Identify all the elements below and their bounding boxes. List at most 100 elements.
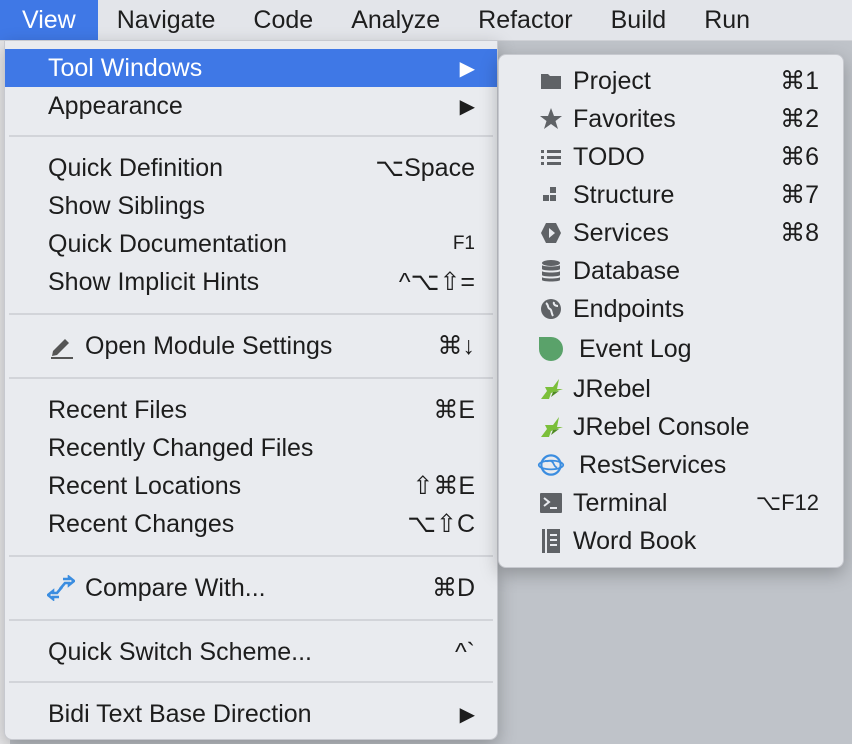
menu-item-label: Bidi Text Base Direction [48, 699, 312, 728]
menu-item-shortcut: ^` [454, 637, 475, 666]
menu-item-label: Show Implicit Hints [48, 267, 260, 296]
menu-item-label: Appearance [48, 91, 183, 120]
menu-item-recent-locations[interactable]: Recent Locations ⇧⌘E [5, 467, 497, 505]
menu-item-recently-changed-files[interactable]: Recently Changed Files [5, 429, 497, 467]
tool-window-label: Word Book [573, 526, 697, 555]
menu-item-shortcut: ⌘D [431, 574, 475, 602]
tool-window-todo[interactable]: TODO ⌘6 [499, 138, 843, 176]
tool-window-shortcut: ⌘6 [780, 143, 819, 171]
menu-refactor[interactable]: Refactor [459, 0, 591, 40]
tool-window-structure[interactable]: Structure ⌘7 [499, 176, 843, 214]
menu-separator [9, 555, 493, 557]
menu-item-quick-switch-scheme[interactable]: Quick Switch Scheme... ^` [5, 633, 497, 671]
jrebel-icon [537, 413, 565, 441]
tool-window-services[interactable]: Services ⌘8 [499, 214, 843, 252]
tool-window-label: Database [573, 256, 681, 285]
tool-window-restservices[interactable]: RestServices [499, 446, 843, 484]
tool-windows-submenu: Project ⌘1 Favorites ⌘2 TODO ⌘6 Structur… [498, 54, 844, 568]
tool-window-label: Services [573, 218, 669, 247]
event-log-icon [537, 335, 565, 363]
menu-item-shortcut: ⇧⌘E [412, 472, 475, 500]
menu-item-show-siblings[interactable]: Show Siblings [5, 187, 497, 225]
menu-item-appearance[interactable]: Appearance ▶ [5, 87, 497, 125]
menu-separator [9, 619, 493, 621]
terminal-icon [537, 489, 565, 517]
menu-navigate[interactable]: Navigate [98, 0, 235, 40]
book-icon [537, 527, 565, 555]
tool-window-label: JRebel Console [573, 412, 750, 441]
tool-window-project[interactable]: Project ⌘1 [499, 62, 843, 100]
menu-run[interactable]: Run [685, 0, 769, 40]
menu-item-shortcut: ^⌥⇧= [398, 268, 475, 296]
menu-item-shortcut: ⌥Space [375, 154, 475, 182]
folder-icon [537, 67, 565, 95]
menu-item-label: Open Module Settings [85, 331, 333, 360]
menu-item-shortcut: ⌘E [433, 396, 475, 424]
tool-window-event-log[interactable]: Event Log [499, 330, 843, 368]
tool-window-terminal[interactable]: Terminal ⌥F12 [499, 484, 843, 522]
submenu-arrow-icon: ▶ [459, 703, 475, 726]
tool-window-label: Project [573, 66, 651, 95]
menu-item-shortcut: ⌘↓ [437, 332, 476, 360]
globe-icon [537, 295, 565, 323]
tool-window-label: TODO [573, 142, 645, 171]
tool-window-label: Structure [573, 180, 675, 209]
menu-item-recent-files[interactable]: Recent Files ⌘E [5, 391, 497, 429]
menu-separator [9, 135, 493, 137]
tool-window-label: RestServices [579, 450, 727, 479]
menu-item-shortcut: ⌥⇧C [407, 510, 475, 538]
tool-window-label: JRebel [573, 374, 651, 403]
view-menu-dropdown: Tool Windows ▶ Appearance ▶ Quick Defini… [4, 40, 498, 740]
menu-code[interactable]: Code [234, 0, 332, 40]
structure-icon [537, 181, 565, 209]
tool-window-shortcut: ⌘8 [780, 219, 819, 247]
menu-item-label: Recent Files [48, 395, 187, 424]
tool-window-jrebel[interactable]: JRebel [499, 370, 843, 408]
compare-arrows-icon [45, 575, 77, 601]
submenu-arrow-icon: ▶ [459, 95, 475, 118]
menu-analyze[interactable]: Analyze [332, 0, 459, 40]
menu-item-label: Recently Changed Files [48, 433, 314, 462]
menu-separator [9, 377, 493, 379]
tool-window-endpoints[interactable]: Endpoints [499, 290, 843, 328]
tool-window-database[interactable]: Database [499, 252, 843, 290]
menu-item-label: Show Siblings [48, 191, 206, 220]
submenu-arrow-icon: ▶ [459, 57, 475, 80]
menu-item-label: Compare With... [85, 573, 266, 602]
menu-bar: View Navigate Code Analyze Refactor Buil… [0, 0, 852, 41]
tool-window-label: Favorites [573, 104, 676, 133]
menu-item-bidi-text-direction[interactable]: Bidi Text Base Direction ▶ [5, 695, 497, 733]
menu-item-recent-changes[interactable]: Recent Changes ⌥⇧C [5, 505, 497, 543]
tool-window-word-book[interactable]: Word Book [499, 522, 843, 560]
menu-item-label: Recent Locations [48, 471, 242, 500]
tool-window-label: Terminal [573, 488, 668, 517]
tool-window-label: Event Log [579, 334, 692, 363]
tool-window-favorites[interactable]: Favorites ⌘2 [499, 100, 843, 138]
menu-view[interactable]: View [0, 0, 98, 40]
menu-item-label: Quick Switch Scheme... [48, 637, 312, 666]
menu-separator [9, 681, 493, 683]
rest-globe-icon [537, 451, 565, 479]
menu-item-shortcut: F1 [452, 233, 475, 254]
play-icon [537, 219, 565, 247]
tool-window-jrebel-console[interactable]: JRebel Console [499, 408, 843, 446]
menu-item-label: Tool Windows [48, 53, 203, 82]
menu-separator [9, 313, 493, 315]
tool-window-shortcut: ⌘1 [780, 67, 819, 95]
menu-build[interactable]: Build [592, 0, 686, 40]
jrebel-icon [537, 375, 565, 403]
menu-item-open-module-settings[interactable]: Open Module Settings ⌘↓ [5, 327, 497, 365]
menu-item-show-implicit-hints[interactable]: Show Implicit Hints ^⌥⇧= [5, 263, 497, 301]
tool-window-label: Endpoints [573, 294, 685, 323]
menu-item-label: Quick Documentation [48, 229, 288, 258]
menu-item-quick-documentation[interactable]: Quick Documentation F1 [5, 225, 497, 263]
pencil-icon [45, 333, 77, 359]
star-icon [537, 105, 565, 133]
tool-window-shortcut: ⌥F12 [755, 490, 819, 515]
menu-item-quick-definition[interactable]: Quick Definition ⌥Space [5, 149, 497, 187]
list-icon [537, 143, 565, 171]
menu-item-tool-windows[interactable]: Tool Windows ▶ [5, 49, 497, 87]
tool-window-shortcut: ⌘7 [780, 181, 819, 209]
menu-item-compare-with[interactable]: Compare With... ⌘D [5, 569, 497, 607]
menu-item-label: Quick Definition [48, 153, 224, 182]
